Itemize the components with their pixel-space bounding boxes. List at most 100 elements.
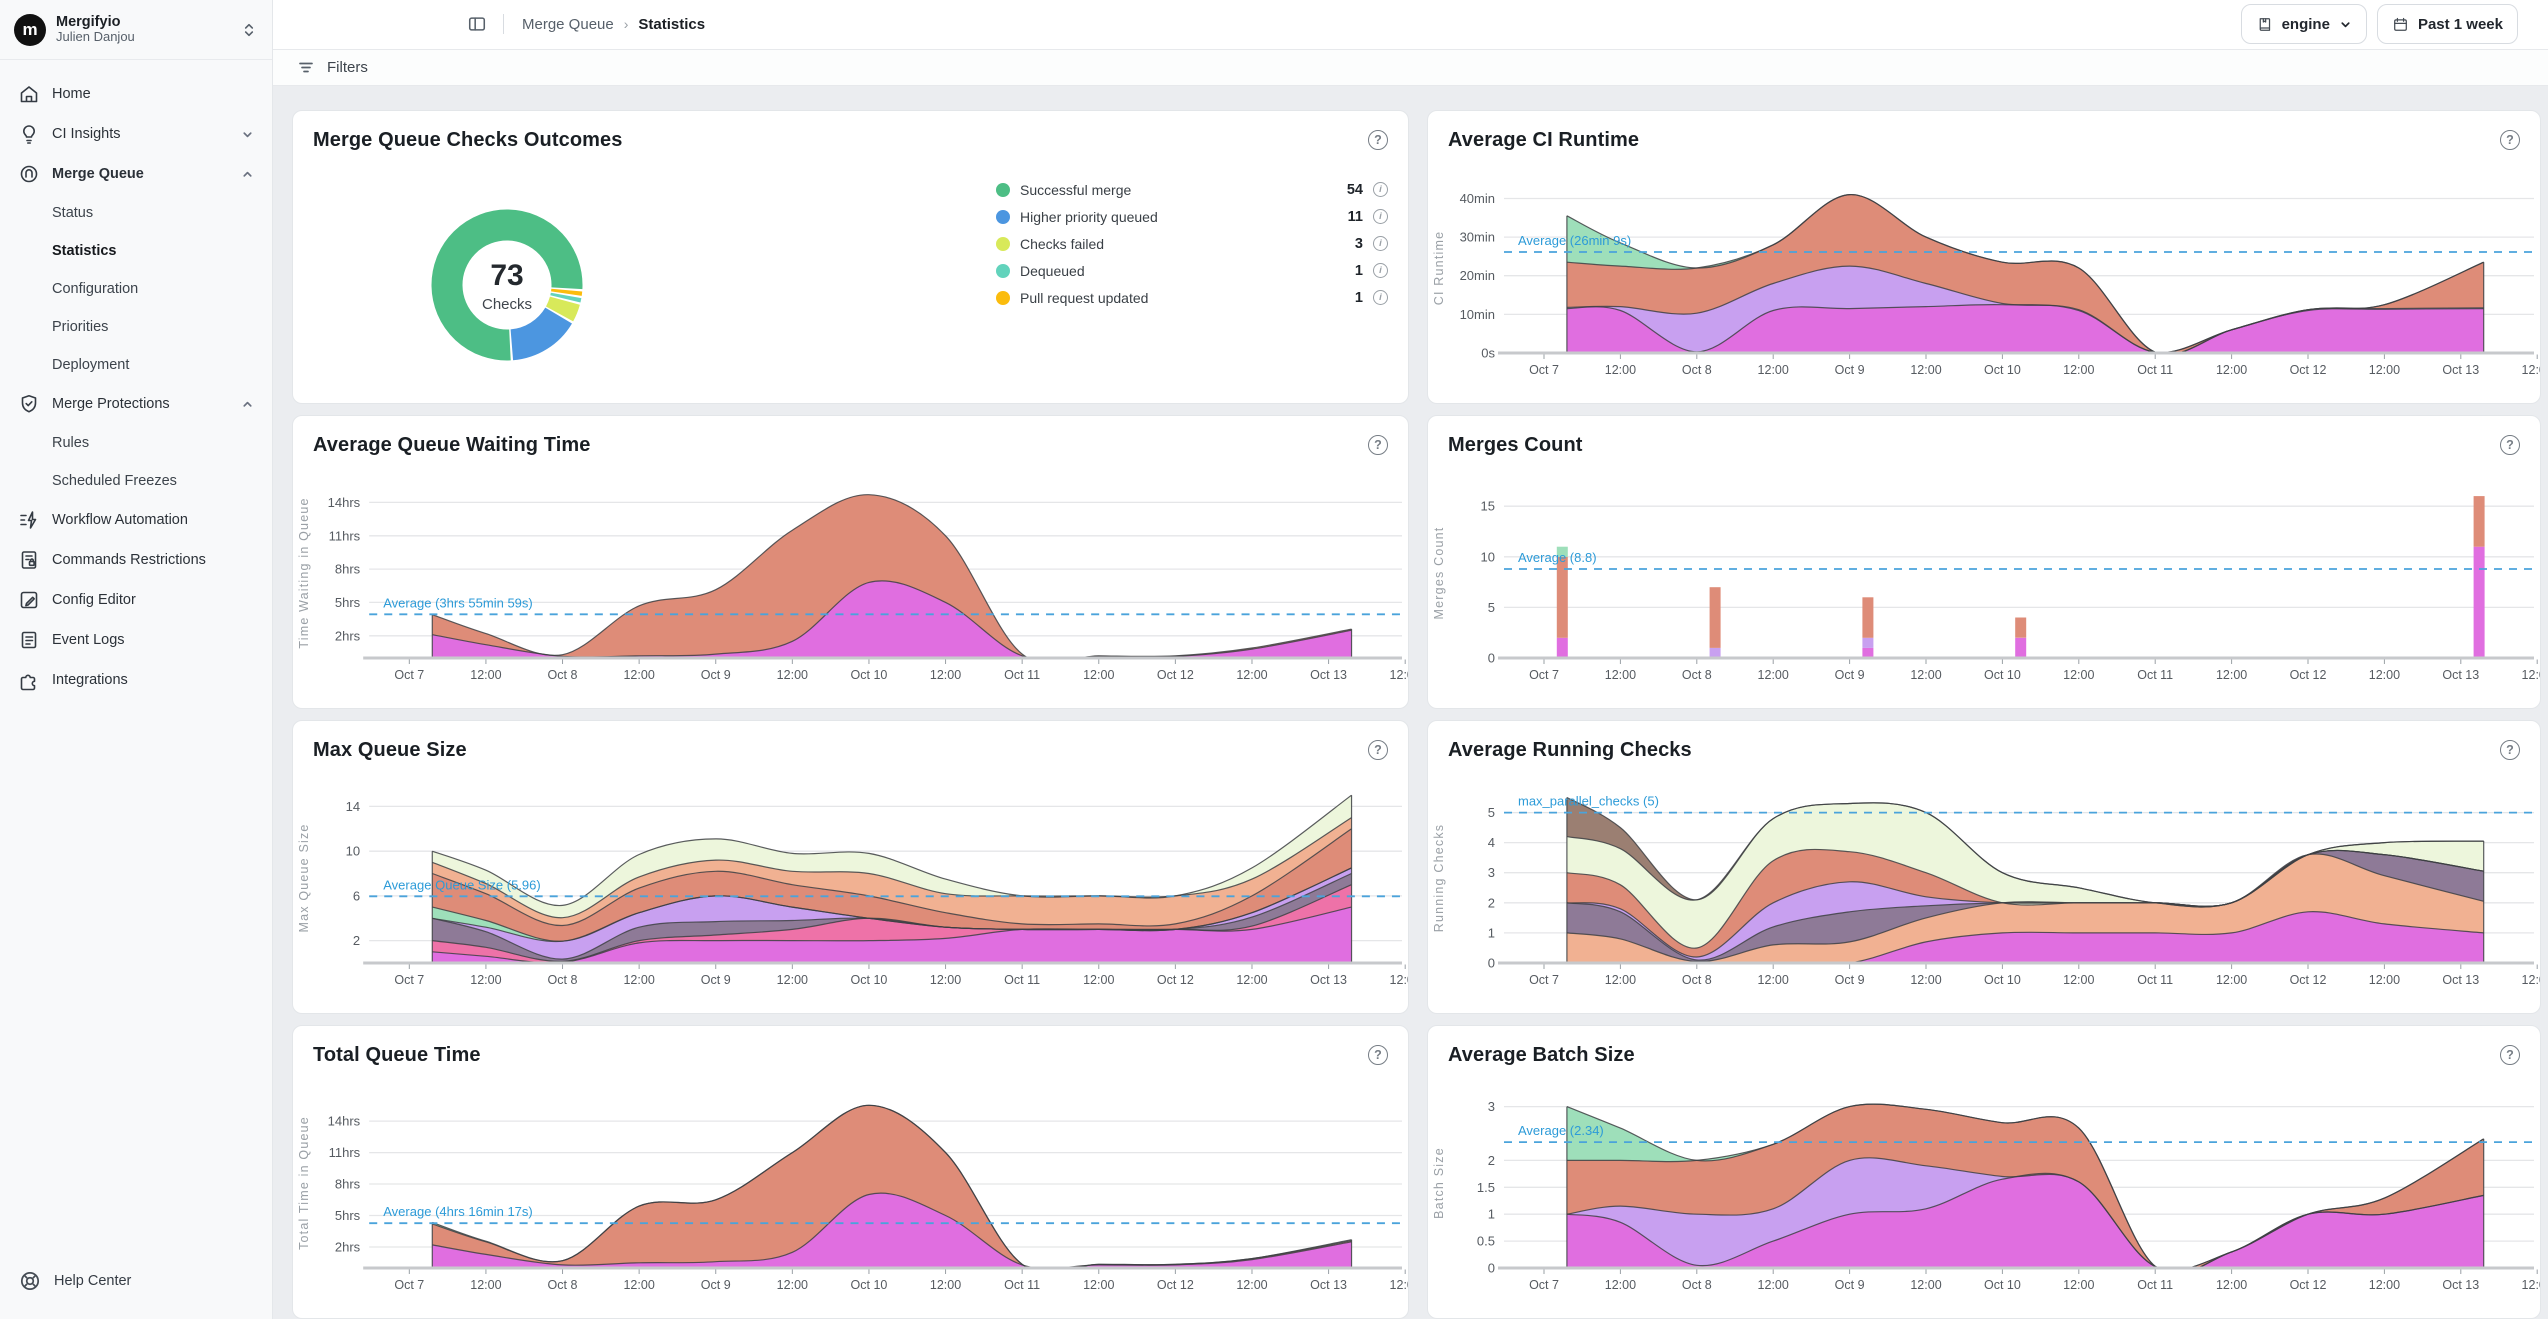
svg-text:8hrs: 8hrs — [335, 1177, 361, 1192]
svg-text:Oct 8: Oct 8 — [548, 1278, 578, 1292]
card-title: Average Queue Waiting Time — [313, 434, 590, 457]
breadcrumb-statistics: Statistics — [638, 16, 705, 33]
svg-text:12:00: 12:00 — [1605, 973, 1636, 987]
svg-text:Oct 7: Oct 7 — [1529, 973, 1559, 987]
svg-text:Oct 8: Oct 8 — [1682, 1278, 1712, 1292]
svg-text:12:00: 12:00 — [623, 1278, 654, 1292]
info-icon[interactable]: i — [1373, 290, 1388, 305]
help-icon[interactable]: ? — [1368, 130, 1388, 150]
help-icon[interactable]: ? — [2500, 740, 2520, 760]
svg-text:Oct 9: Oct 9 — [1835, 1278, 1865, 1292]
svg-text:2: 2 — [353, 933, 360, 948]
svg-text:Oct 12: Oct 12 — [2290, 363, 2327, 377]
sidebar-toggle-icon[interactable] — [467, 14, 487, 34]
chevron-up-icon — [241, 168, 254, 181]
time-period-button[interactable]: Past 1 week — [2377, 4, 2518, 44]
svg-text:Oct 11: Oct 11 — [1004, 668, 1040, 682]
help-icon[interactable]: ? — [2500, 435, 2520, 455]
legend-dot — [996, 183, 1010, 197]
sidebar-item-ci-insights[interactable]: CI Insights — [10, 114, 262, 154]
info-icon[interactable]: i — [1373, 263, 1388, 278]
updown-chevron-icon[interactable] — [240, 21, 258, 39]
svg-text:15: 15 — [1481, 499, 1495, 514]
help-icon[interactable]: ? — [2500, 1045, 2520, 1065]
card-max-queue-size: Max Queue Size ? Oct 712:00Oct 812:00Oct… — [292, 720, 1409, 1014]
svg-text:Oct 7: Oct 7 — [1529, 668, 1559, 682]
svg-text:12:00: 12:00 — [2216, 1278, 2247, 1292]
svg-text:0: 0 — [1488, 651, 1495, 666]
svg-text:CI Runtime: CI Runtime — [1432, 231, 1446, 306]
sidebar-item-configuration[interactable]: Configuration — [10, 270, 262, 308]
svg-text:Oct 12: Oct 12 — [2290, 973, 2327, 987]
topbar: Merge Queue › Statistics engine Past 1 w… — [273, 0, 2548, 50]
info-icon[interactable]: i — [1373, 209, 1388, 224]
svg-text:Oct 7: Oct 7 — [394, 1278, 424, 1292]
svg-text:Oct 13: Oct 13 — [1310, 973, 1347, 987]
divider — [503, 14, 504, 34]
sidebar-item-deployment[interactable]: Deployment — [10, 346, 262, 384]
svg-text:12:00: 12:00 — [1390, 668, 1408, 682]
sidebar-item-config-editor[interactable]: Config Editor — [10, 580, 262, 620]
svg-text:12:00: 12:00 — [2063, 973, 2094, 987]
svg-text:Average (2.34): Average (2.34) — [1518, 1123, 1604, 1138]
sidebar-item-commands-restrictions[interactable]: Commands Restrictions — [10, 540, 262, 580]
sidebar-item-scheduled-freezes[interactable]: Scheduled Freezes — [10, 462, 262, 500]
sidebar-item-integrations[interactable]: Integrations — [10, 660, 262, 700]
help-center-link[interactable]: Help Center — [0, 1253, 272, 1319]
svg-text:20min: 20min — [1460, 268, 1495, 283]
sidebar-item-statistics[interactable]: Statistics — [10, 232, 262, 270]
svg-text:Oct 10: Oct 10 — [1984, 668, 2021, 682]
svg-text:12:00: 12:00 — [1758, 1278, 1789, 1292]
sidebar-item-status[interactable]: Status — [10, 194, 262, 232]
sidebar-item-home[interactable]: Home — [10, 74, 262, 114]
filters-label: Filters — [327, 59, 368, 76]
svg-text:Oct 9: Oct 9 — [1835, 363, 1865, 377]
sidebar-item-merge-queue[interactable]: Merge Queue — [10, 154, 262, 194]
svg-text:Oct 9: Oct 9 — [701, 668, 731, 682]
average-running-checks-chart: Oct 712:00Oct 812:00Oct 912:00Oct 1012:0… — [1428, 770, 2540, 1000]
svg-text:Running Checks: Running Checks — [1432, 824, 1446, 933]
breadcrumb-merge-queue[interactable]: Merge Queue — [522, 16, 614, 33]
help-center-label: Help Center — [54, 1273, 131, 1289]
svg-text:Oct 10: Oct 10 — [1984, 363, 2021, 377]
svg-text:Oct 9: Oct 9 — [1835, 668, 1865, 682]
average-ci-runtime-chart: Oct 712:00Oct 812:00Oct 912:00Oct 1012:0… — [1428, 160, 2540, 390]
sidebar-item-priorities[interactable]: Priorities — [10, 308, 262, 346]
svg-text:12:00: 12:00 — [1236, 973, 1267, 987]
help-icon[interactable]: ? — [1368, 740, 1388, 760]
sidebar-item-workflow-automation[interactable]: Workflow Automation — [10, 500, 262, 540]
svg-text:Oct 13: Oct 13 — [1310, 668, 1347, 682]
svg-text:5: 5 — [1488, 805, 1495, 820]
info-icon[interactable]: i — [1373, 236, 1388, 251]
filter-bar[interactable]: Filters — [273, 50, 2548, 86]
help-icon[interactable]: ? — [1368, 435, 1388, 455]
svg-text:12:00: 12:00 — [777, 1278, 808, 1292]
svg-text:10min: 10min — [1460, 307, 1495, 322]
repo-book-icon — [2256, 16, 2273, 33]
info-icon[interactable]: i — [1373, 182, 1388, 197]
svg-text:14: 14 — [346, 799, 360, 814]
sidebar-item-merge-protections[interactable]: Merge Protections — [10, 384, 262, 424]
org-switcher[interactable]: m Mergifyio Julien Danjou — [0, 0, 272, 60]
time-period-label: Past 1 week — [2418, 16, 2503, 33]
svg-text:12:00: 12:00 — [2522, 1278, 2540, 1292]
svg-text:12:00: 12:00 — [1605, 1278, 1636, 1292]
svg-text:Oct 8: Oct 8 — [548, 973, 578, 987]
help-icon[interactable]: ? — [2500, 130, 2520, 150]
svg-text:2hrs: 2hrs — [335, 628, 361, 643]
svg-text:12:00: 12:00 — [1758, 668, 1789, 682]
svg-text:12:00: 12:00 — [1390, 973, 1408, 987]
svg-text:12:00: 12:00 — [470, 668, 501, 682]
repo-selector-button[interactable]: engine — [2241, 4, 2367, 44]
lifebuoy-icon — [18, 1269, 42, 1293]
sidebar-item-event-logs[interactable]: Event Logs — [10, 620, 262, 660]
svg-text:12:00: 12:00 — [1390, 1278, 1408, 1292]
svg-text:12:00: 12:00 — [2216, 973, 2247, 987]
svg-text:10: 10 — [1481, 549, 1495, 564]
donut-legend: Successful merge 54 i Higher priority qu… — [996, 176, 1388, 311]
legend-item: Higher priority queued 11 i — [996, 203, 1388, 230]
help-icon[interactable]: ? — [1368, 1045, 1388, 1065]
svg-text:12:00: 12:00 — [777, 973, 808, 987]
sidebar-item-rules[interactable]: Rules — [10, 424, 262, 462]
svg-text:1.5: 1.5 — [1477, 1180, 1495, 1195]
